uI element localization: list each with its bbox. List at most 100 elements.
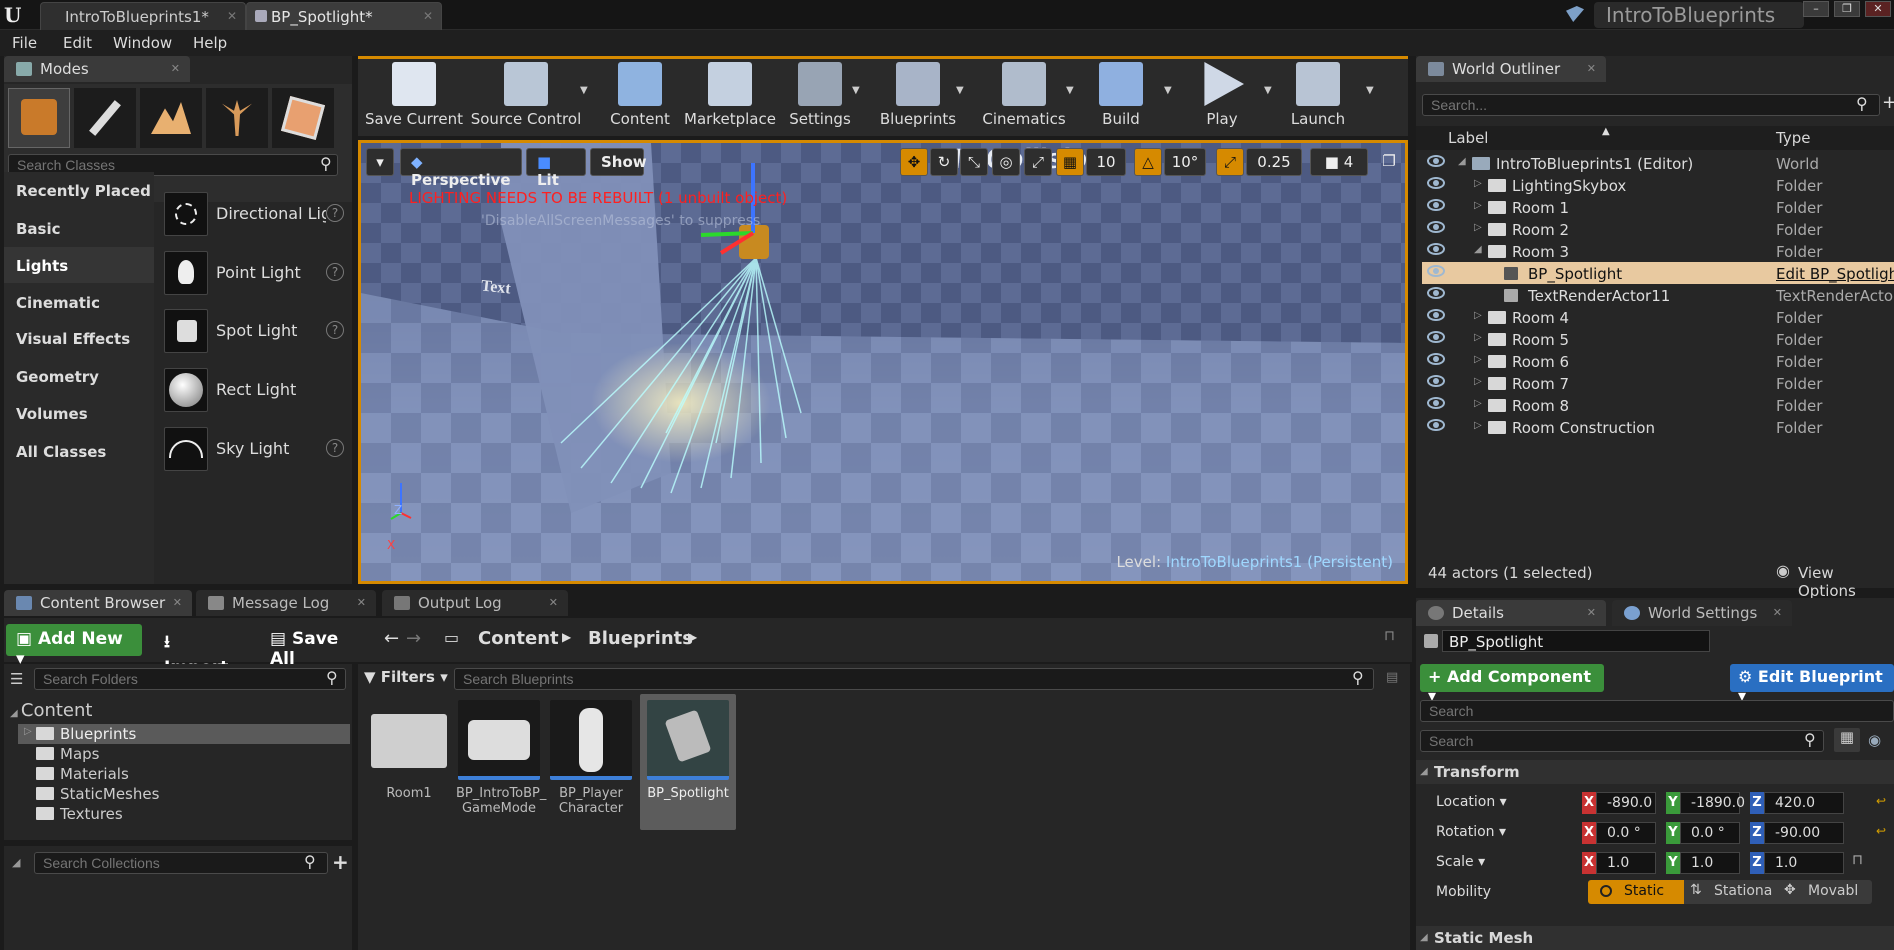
rotation-snap-icon[interactable]: △: [1134, 148, 1162, 176]
category-volumes[interactable]: Volumes: [4, 395, 154, 431]
lock-icon[interactable]: ⊓: [1852, 852, 1863, 868]
rotate-tool-icon[interactable]: ↻: [930, 148, 958, 176]
filters-button[interactable]: ▼ Filters ▾: [364, 668, 448, 686]
world-space-icon[interactable]: ◎: [992, 148, 1020, 176]
tab-content-browser[interactable]: Content Browser ✕: [4, 590, 192, 616]
category-basic[interactable]: Basic: [4, 210, 154, 246]
outliner-row[interactable]: ◢ IntroToBlueprints1 (Editor) World: [1422, 152, 1894, 174]
visibility-eye-icon[interactable]: [1427, 353, 1445, 365]
help-icon[interactable]: ?: [326, 439, 344, 457]
viewport-options-button[interactable]: ▾: [366, 148, 394, 176]
scale-z-field[interactable]: 1.0: [1764, 852, 1844, 874]
scale-y-field[interactable]: 1.0: [1680, 852, 1740, 874]
list-item-sky-light[interactable]: Sky Light?: [156, 423, 352, 479]
outliner-row[interactable]: ▷ Room 4 Folder: [1422, 306, 1894, 328]
lit-button[interactable]: ■ Lit: [526, 148, 586, 189]
visibility-eye-icon[interactable]: [1427, 287, 1445, 299]
view-options-button[interactable]: View Options: [1798, 564, 1894, 600]
list-item-spot-light[interactable]: Spot Light?: [156, 305, 352, 361]
add-icon[interactable]: +: [1882, 92, 1894, 113]
cinematics-button[interactable]: Cinematics: [978, 60, 1070, 132]
chevron-down-icon[interactable]: ▼: [1264, 85, 1272, 96]
import-button[interactable]: ⭳ Import: [154, 624, 250, 678]
caret-right-icon[interactable]: ▷: [1474, 398, 1482, 409]
tab-world-settings[interactable]: World Settings ✕: [1612, 600, 1792, 626]
asset-room1[interactable]: Room1: [366, 700, 452, 801]
rotation-x-field[interactable]: 0.0 °: [1596, 822, 1656, 844]
tree-root-content[interactable]: ◢ Content: [10, 700, 92, 721]
grid-snap-value[interactable]: 10: [1086, 148, 1126, 176]
close-icon[interactable]: ✕: [171, 62, 180, 75]
outliner-search-input[interactable]: [1422, 94, 1880, 116]
outliner-row[interactable]: ▷ LightingSkybox Folder: [1422, 174, 1894, 196]
section-transform[interactable]: ◢ Transform: [1416, 760, 1894, 784]
details-search-input[interactable]: [1420, 730, 1824, 752]
menu-window[interactable]: Window: [113, 34, 172, 52]
world-outliner-tab[interactable]: World Outliner ✕: [1416, 56, 1606, 82]
tab-blueprint[interactable]: BP_Spotlight* ✕: [246, 2, 442, 30]
close-icon[interactable]: ✕: [1587, 606, 1596, 619]
caret-right-icon[interactable]: ▷: [1474, 420, 1482, 431]
content-button[interactable]: Content: [604, 60, 676, 132]
column-type-header[interactable]: Type: [1776, 129, 1810, 147]
menu-file[interactable]: File: [12, 34, 37, 52]
category-visual-effects[interactable]: Visual Effects: [4, 320, 154, 356]
reset-icon[interactable]: ↩: [1876, 794, 1886, 808]
tree-item-textures[interactable]: Textures: [18, 804, 318, 824]
close-icon[interactable]: ✕: [423, 9, 433, 23]
location-x-field[interactable]: -890.0: [1596, 792, 1656, 814]
section-static-mesh[interactable]: ◢ Static Mesh: [1416, 926, 1894, 950]
launch-button[interactable]: Launch: [1282, 60, 1354, 132]
settings-button[interactable]: Settings: [784, 60, 856, 132]
modes-tab[interactable]: Modes ✕: [4, 56, 190, 82]
outliner-row[interactable]: ▷ Room 6 Folder: [1422, 350, 1894, 372]
rotation-snap-value[interactable]: 10°: [1164, 148, 1206, 176]
viewport[interactable]: No Collision Text LIGHTING NEEDS TO BE R…: [358, 140, 1408, 584]
category-lights[interactable]: Lights: [4, 247, 154, 283]
maximize-button[interactable]: ❐: [1834, 1, 1860, 17]
build-button[interactable]: Build: [1090, 60, 1152, 132]
source-control-button[interactable]: Source Control: [468, 60, 584, 132]
asset-player-character[interactable]: BP_Player Character: [548, 700, 634, 816]
back-arrow-icon[interactable]: ←: [384, 628, 399, 649]
close-icon[interactable]: ✕: [357, 596, 366, 609]
visibility-eye-icon[interactable]: [1427, 331, 1445, 343]
caret-right-icon[interactable]: ▷: [1474, 200, 1482, 211]
visibility-eye-icon[interactable]: [1427, 309, 1445, 321]
component-search-input[interactable]: [1420, 700, 1894, 722]
rotation-y-field[interactable]: 0.0 °: [1680, 822, 1740, 844]
chevron-down-icon[interactable]: ▼: [1066, 85, 1074, 96]
menu-edit[interactable]: Edit: [63, 34, 92, 52]
visibility-eye-icon[interactable]: [1427, 397, 1445, 409]
asset-gamemode[interactable]: BP_IntroToBP_ GameMode: [456, 700, 546, 816]
breadcrumb-content[interactable]: Content: [478, 628, 559, 649]
search-collections-input[interactable]: [34, 852, 328, 874]
scale-snap-value[interactable]: 0.25: [1246, 148, 1302, 176]
close-icon[interactable]: ✕: [549, 596, 558, 609]
chevron-down-icon[interactable]: ▼: [852, 85, 860, 96]
outliner-row[interactable]: ▷ Room 1 Folder: [1422, 196, 1894, 218]
visibility-eye-icon[interactable]: [1427, 177, 1445, 189]
add-collection-icon[interactable]: +: [332, 850, 349, 874]
save-all-button[interactable]: ▤ Save All: [260, 624, 370, 669]
breadcrumb-blueprints[interactable]: Blueprints: [588, 628, 693, 649]
minimize-button[interactable]: –: [1803, 1, 1829, 17]
close-icon[interactable]: ✕: [1773, 606, 1782, 619]
reset-icon[interactable]: ↩: [1876, 824, 1886, 838]
visibility-eye-icon[interactable]: [1427, 199, 1445, 211]
outliner-row[interactable]: ▷ Room 5 Folder: [1422, 328, 1894, 350]
category-all-classes[interactable]: All Classes: [4, 433, 154, 469]
tab-message-log[interactable]: Message Log ✕: [196, 590, 376, 616]
visibility-eye-icon[interactable]: [1427, 375, 1445, 387]
scale-x-field[interactable]: 1.0: [1596, 852, 1656, 874]
foliage-mode-button[interactable]: [206, 88, 268, 148]
search-folders-input[interactable]: [34, 668, 346, 690]
scale-snap-icon[interactable]: ⤢: [1216, 148, 1244, 176]
caret-right-icon[interactable]: ▷: [1474, 354, 1482, 365]
chevron-down-icon[interactable]: ▼: [956, 85, 964, 96]
location-z-field[interactable]: 420.0: [1764, 792, 1844, 814]
caret-down-icon[interactable]: ◢: [1474, 244, 1482, 255]
asset-bp-spotlight[interactable]: BP_Spotlight: [645, 700, 731, 801]
eye-icon[interactable]: ◉: [1868, 731, 1881, 749]
outliner-row[interactable]: ▷ Room 8 Folder: [1422, 394, 1894, 416]
